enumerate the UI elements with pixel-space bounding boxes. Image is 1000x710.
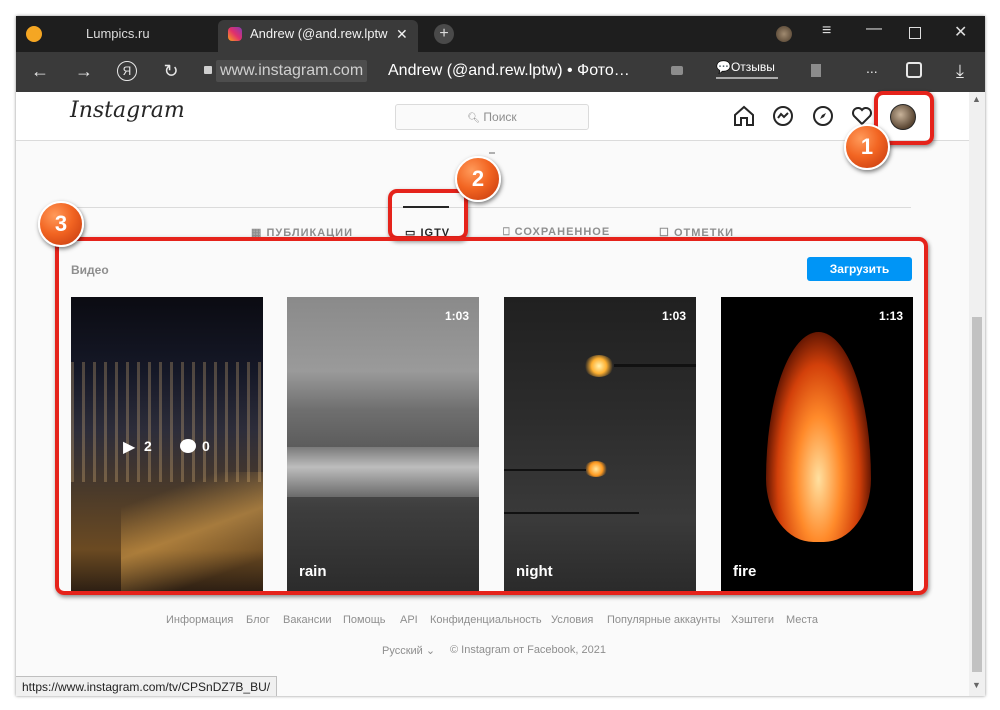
status-bar: https://www.instagram.com/tv/CPSnDZ7B_BU…	[16, 676, 278, 696]
scroll-up-icon[interactable]: ▲	[972, 94, 981, 104]
reviews-button[interactable]: 💬Отзывы	[716, 60, 778, 84]
annotation-badge-1: 1	[844, 124, 890, 170]
speech-bubble-icon: 💬	[716, 60, 731, 74]
footer-link-places[interactable]: Места	[786, 614, 818, 626]
tab-bar: Lumpics.ru Andrew (@and.rew.lptw ✕ + ≡ —…	[16, 16, 985, 52]
annotation-badge-2: 2	[455, 156, 501, 202]
footer-link-api[interactable]: API	[400, 614, 418, 626]
forward-icon[interactable]: →	[74, 61, 94, 81]
back-icon[interactable]: ←	[30, 61, 50, 81]
reviews-label: Отзывы	[730, 60, 775, 74]
more-button[interactable]: ...	[866, 60, 878, 76]
footer-link-privacy[interactable]: Конфиденциальность	[430, 614, 542, 626]
copyright: © Instagram от Facebook, 2021	[450, 644, 606, 656]
footer-link-jobs[interactable]: Вакансии	[283, 614, 332, 626]
annotation-box-igtv	[388, 189, 468, 240]
footer-link-terms[interactable]: Условия	[551, 614, 593, 626]
bookmark-icon[interactable]	[811, 64, 821, 77]
minimize-icon[interactable]: —	[866, 20, 882, 38]
scroll-thumb[interactable]	[972, 317, 982, 672]
home-icon[interactable]	[732, 104, 756, 128]
tab-instagram[interactable]: Andrew (@and.rew.lptw ✕	[218, 20, 418, 52]
search-icon: 🔍︎	[467, 113, 481, 124]
page-title-text: Andrew (@and.rew.lptw) • Фото…	[388, 62, 630, 79]
url-text: www.instagram.com	[216, 60, 368, 82]
annotation-box-videos	[55, 237, 928, 595]
yandex-icon[interactable]: Я	[117, 61, 137, 81]
explore-icon[interactable]	[811, 104, 835, 128]
tab-label: Lumpics.ru	[86, 26, 150, 41]
language-label: Русский	[382, 645, 423, 657]
profile-icon[interactable]	[776, 26, 792, 42]
maximize-icon[interactable]	[909, 27, 921, 39]
close-window-icon[interactable]: ✕	[954, 22, 967, 42]
lock-icon	[204, 66, 212, 74]
download-icon[interactable]: ⤓	[951, 61, 969, 81]
instagram-logo[interactable]: Instagram	[70, 98, 185, 123]
annotation-badge-3: 3	[38, 201, 84, 247]
search-input[interactable]: 🔍︎ Поиск	[395, 104, 589, 130]
instagram-header: Instagram 🔍︎ Поиск	[16, 92, 969, 141]
search-placeholder: Поиск	[483, 110, 517, 124]
tab-lumpics[interactable]: Lumpics.ru	[68, 20, 208, 52]
footer-link-popular[interactable]: Популярные аккаунты	[607, 614, 720, 626]
reviews-underline	[716, 77, 778, 79]
profile-tabs-divider	[70, 207, 911, 208]
browser-menu-icon[interactable]	[26, 26, 42, 42]
new-tab-button[interactable]: +	[434, 24, 454, 44]
footer-link-hashtags[interactable]: Хэштеги	[731, 614, 774, 626]
comment-icon[interactable]	[671, 66, 683, 75]
browser-toolbar: ← → Я ↻ www.instagram.com Andrew (@and.r…	[16, 52, 985, 92]
tab-label: Andrew (@and.rew.lptw	[250, 26, 388, 41]
address-bar[interactable]: www.instagram.com Andrew (@and.rew.lptw)…	[202, 58, 652, 86]
footer-link-info[interactable]: Информация	[166, 614, 233, 626]
reload-icon[interactable]: ↻	[161, 61, 181, 81]
close-tab-icon[interactable]: ✕	[396, 20, 408, 48]
header-divider-stub	[489, 152, 495, 154]
instagram-favicon-icon	[228, 27, 242, 41]
scrollbar[interactable]: ▲ ▼	[969, 92, 985, 696]
extensions-icon[interactable]	[906, 62, 922, 78]
footer-link-help[interactable]: Помощь	[343, 614, 386, 626]
chevron-down-icon: ⌄	[425, 645, 436, 657]
menu-icon[interactable]: ≡	[822, 22, 831, 40]
messenger-icon[interactable]	[771, 104, 795, 128]
footer-link-blog[interactable]: Блог	[246, 614, 270, 626]
language-select[interactable]: Русский ⌄	[382, 644, 435, 657]
scroll-down-icon[interactable]: ▼	[972, 680, 981, 690]
